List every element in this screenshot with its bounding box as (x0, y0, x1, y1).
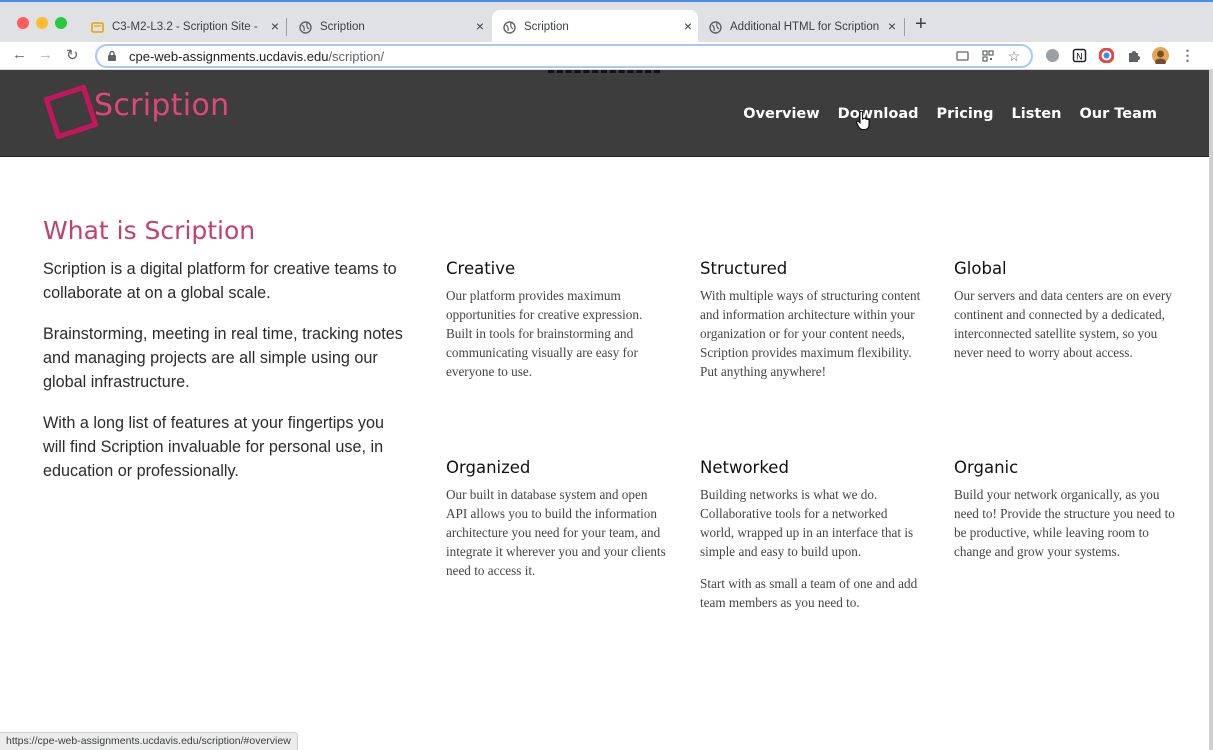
close-tab-icon[interactable]: × (684, 19, 692, 33)
nav-our-team[interactable]: Our Team (1079, 106, 1157, 122)
browser-toolbar: ← → ↻ cpe-web-assignments.ucdavis.edu/sc… (0, 42, 1213, 70)
feature-title: Organic (954, 458, 1019, 477)
browser-tab-2[interactable]: Scription × (288, 10, 490, 44)
header-dashed-mark (548, 70, 660, 74)
close-window-button[interactable] (17, 17, 29, 29)
cast-icon[interactable] (955, 49, 969, 63)
close-tab-icon[interactable]: × (271, 19, 279, 33)
profile-avatar[interactable] (1152, 47, 1169, 64)
intro-paragraph: With a long list of features at your fin… (43, 414, 385, 480)
qr-code-icon[interactable] (981, 49, 995, 63)
site-logo[interactable]: Scription (42, 80, 232, 144)
feature-text: With multiple ways of structuring conten… (700, 288, 921, 379)
feature-text: Building networks is what we do. Collabo… (700, 487, 914, 559)
nav-listen[interactable]: Listen (1012, 106, 1062, 122)
feature-global: Global Our servers and data centers are … (954, 259, 1176, 375)
intro-section: What is Scription Scription is a digital… (43, 216, 405, 500)
feature-title: Organized (446, 458, 531, 477)
browser-tab-bar: C3-M2-L3.2 - Scription Site - × Scriptio… (0, 0, 1213, 44)
docs-icon (90, 20, 104, 34)
logo-text: Scription (94, 88, 230, 123)
extension-circle-icon[interactable] (1044, 47, 1061, 64)
close-tab-icon[interactable]: × (888, 19, 896, 33)
feature-text: Build your network organically, as you n… (954, 487, 1175, 559)
nav-download[interactable]: Download (838, 106, 919, 122)
feature-organic: Organic Build your network organically, … (954, 458, 1176, 574)
browser-tab-4[interactable]: Additional HTML for Scription × (698, 10, 902, 44)
feature-text: Start with as small a team of one and ad… (700, 576, 918, 610)
main-navigation: Overview Download Pricing Listen Our Tea… (743, 106, 1157, 122)
window-edge (1209, 70, 1213, 750)
link-status-bar: https://cpe-web-assignments.ucdavis.edu/… (0, 732, 298, 750)
close-tab-icon[interactable]: × (476, 19, 484, 33)
forward-arrow-icon[interactable]: → (38, 46, 53, 63)
intro-paragraph: Brainstorming, meeting in real time, tra… (43, 325, 403, 391)
extensions-puzzle-icon[interactable] (1125, 47, 1142, 64)
feature-text: Our platform provides maximum opportunit… (446, 288, 643, 379)
globe-icon (502, 20, 516, 34)
logo-square-icon (43, 84, 99, 140)
nav-overview[interactable]: Overview (743, 106, 819, 122)
globe-icon (708, 20, 722, 34)
hand-cursor-icon (856, 111, 870, 130)
globe-icon (298, 20, 312, 34)
extension-color-icon[interactable] (1098, 47, 1115, 64)
feature-text: Our servers and data centers are on ever… (954, 288, 1172, 360)
minimize-window-button[interactable] (36, 17, 48, 29)
url-host: cpe-web-assignments.ucdavis.edu (129, 48, 329, 64)
browser-tab-active[interactable]: Scription × (492, 10, 698, 44)
svg-text:N: N (1076, 53, 1083, 63)
feature-networked: Networked Building networks is what we d… (700, 458, 922, 625)
address-bar[interactable]: cpe-web-assignments.ucdavis.edu/scriptio… (95, 44, 1033, 68)
url-path: /scription/ (328, 48, 385, 64)
feature-structured: Structured With multiple ways of structu… (700, 259, 922, 394)
feature-creative: Creative Our platform provides maximum o… (446, 259, 668, 394)
feature-text: Our built in database system and open AP… (446, 487, 666, 578)
bookmark-star-icon[interactable]: ☆ (1007, 48, 1021, 64)
site-header: Scription Overview Download Pricing List… (0, 70, 1209, 157)
more-menu-icon[interactable]: ⋮ (1179, 47, 1196, 64)
reload-icon[interactable]: ↻ (66, 46, 79, 64)
new-tab-icon[interactable]: + (915, 14, 927, 34)
section-title: What is Scription (43, 216, 256, 245)
browser-tab-1[interactable]: C3-M2-L3.2 - Scription Site - × (80, 10, 285, 44)
maximize-window-button[interactable] (55, 17, 67, 29)
feature-title: Global (954, 259, 1007, 278)
feature-title: Networked (700, 458, 789, 477)
extension-notion-icon[interactable]: N (1071, 47, 1088, 64)
nav-pricing[interactable]: Pricing (936, 106, 993, 122)
back-arrow-icon[interactable]: ← (12, 46, 27, 63)
intro-paragraph: Scription is a digital platform for crea… (43, 260, 397, 302)
feature-title: Structured (700, 259, 788, 278)
feature-organized: Organized Our built in database system a… (446, 458, 668, 593)
lock-icon (107, 50, 121, 62)
feature-title: Creative (446, 259, 516, 278)
